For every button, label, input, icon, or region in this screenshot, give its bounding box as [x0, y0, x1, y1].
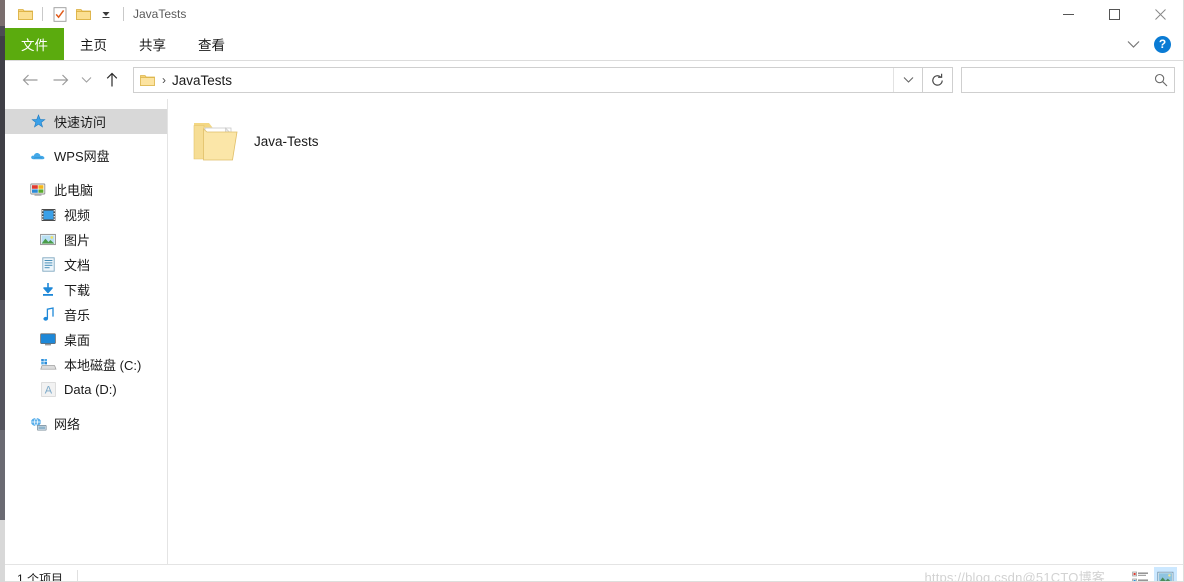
- ribbon-tab-strip: 文件 主页 共享 查看 ?: [5, 28, 1183, 61]
- music-icon: [39, 306, 57, 324]
- navigation-pane: 快速访问 WPS网盘 此电脑 视频 图片 文档 下载 音乐 桌面 本地磁盘 (C…: [5, 99, 168, 564]
- sidebar-item-videos[interactable]: 视频: [5, 202, 167, 227]
- view-mode-buttons: [1129, 567, 1177, 581]
- sidebar-item-documents[interactable]: 文档: [5, 252, 167, 277]
- forward-button[interactable]: [45, 65, 75, 95]
- this-pc-icon: [29, 181, 47, 199]
- sidebar-item-downloads[interactable]: 下载: [5, 277, 167, 302]
- watermark-text: https://blog.csdn@51CTO博客: [924, 570, 1105, 582]
- sidebar-item-pictures[interactable]: 图片: [5, 227, 167, 252]
- cloud-icon: [29, 147, 47, 165]
- sidebar-item-label: 下载: [64, 283, 91, 298]
- toolbar-separator-1: [42, 7, 43, 21]
- sidebar-item-label: 图片: [64, 233, 91, 248]
- sidebar-item-label: Data (D:): [64, 382, 117, 397]
- breadcrumb-folder-icon: [140, 74, 155, 87]
- quick-access-toolbar: JavaTests: [5, 0, 186, 28]
- sidebar-gap-1: [5, 134, 167, 143]
- sidebar-item-desktop[interactable]: 桌面: [5, 327, 167, 352]
- sidebar-item-label: 本地磁盘 (C:): [64, 358, 142, 373]
- star-pin-icon: [29, 113, 47, 131]
- search-icon[interactable]: [1148, 73, 1174, 87]
- details-view-button[interactable]: [1129, 567, 1152, 581]
- documents-icon: [39, 256, 57, 274]
- file-list-view[interactable]: Java-Tests: [168, 99, 1183, 564]
- videos-icon: [39, 206, 57, 224]
- refresh-button[interactable]: [923, 67, 953, 93]
- tab-view[interactable]: 查看: [182, 28, 241, 60]
- window-title: JavaTests: [133, 7, 187, 21]
- properties-icon[interactable]: [50, 4, 70, 24]
- downloads-icon: [39, 281, 57, 299]
- chevron-down-icon[interactable]: [1121, 40, 1146, 49]
- minimize-button[interactable]: [1045, 0, 1091, 28]
- back-button[interactable]: [15, 65, 45, 95]
- sidebar-item-label: 快速访问: [54, 115, 107, 130]
- recent-locations-button[interactable]: [75, 65, 97, 95]
- maximize-button[interactable]: [1091, 0, 1137, 28]
- status-separator: [77, 570, 79, 581]
- search-box[interactable]: [961, 67, 1175, 93]
- folder-with-document-icon: [190, 115, 242, 167]
- tab-file[interactable]: 文件: [5, 28, 64, 60]
- help-button[interactable]: ?: [1154, 35, 1171, 53]
- sidebar-item-quick-access[interactable]: 快速访问: [5, 109, 167, 134]
- pictures-icon: [39, 231, 57, 249]
- sidebar-item-this-pc[interactable]: 此电脑: [5, 177, 167, 202]
- list-item[interactable]: Java-Tests: [190, 111, 420, 171]
- explorer-body: 快速访问 WPS网盘 此电脑 视频 图片 文档 下载 音乐 桌面 本地磁盘 (C…: [5, 99, 1183, 564]
- search-input[interactable]: [962, 72, 1148, 88]
- local-disk-icon: [39, 356, 57, 374]
- sidebar-item-label: 文档: [64, 258, 91, 273]
- sidebar-item-label: 桌面: [64, 333, 91, 348]
- sidebar-item-local-disk-c[interactable]: 本地磁盘 (C:): [5, 352, 167, 377]
- desktop-icon: [39, 331, 57, 349]
- tab-home[interactable]: 主页: [64, 28, 123, 60]
- customize-dropdown-icon[interactable]: [96, 4, 116, 24]
- list-item-label: Java-Tests: [254, 133, 319, 149]
- ribbon-right-controls: ?: [1121, 28, 1179, 60]
- sidebar-item-wps-cloud[interactable]: WPS网盘: [5, 143, 167, 168]
- folder-icon[interactable]: [15, 4, 35, 24]
- data-disk-icon: A: [39, 381, 57, 399]
- tab-share[interactable]: 共享: [123, 28, 182, 60]
- sidebar-item-data-disk-d[interactable]: A Data (D:): [5, 377, 167, 402]
- close-button[interactable]: [1137, 0, 1183, 28]
- window-controls: [1045, 0, 1183, 28]
- network-icon: [29, 415, 47, 433]
- sidebar-item-label: 网络: [54, 417, 81, 432]
- sidebar-gap-2: [5, 168, 167, 177]
- toolbar-separator-2: [123, 7, 124, 21]
- new-folder-icon[interactable]: [73, 4, 93, 24]
- sidebar-item-network[interactable]: 网络: [5, 411, 167, 436]
- sidebar-gap-3: [5, 402, 167, 411]
- sidebar-item-label: WPS网盘: [54, 149, 110, 164]
- navigation-bar: › JavaTests: [5, 61, 1183, 99]
- address-bar[interactable]: › JavaTests: [133, 67, 923, 93]
- title-bar: JavaTests: [5, 0, 1183, 28]
- status-bar: 1 个项目 https://blog.csdn@51CTO博客: [5, 564, 1183, 582]
- file-explorer-window: JavaTests 文件 主页 共享 查看 ? › JavaTests 快速访问…: [5, 0, 1184, 582]
- breadcrumb-item-javatests[interactable]: JavaTests: [172, 73, 232, 88]
- sidebar-item-label: 音乐: [64, 308, 91, 323]
- address-dropdown-button[interactable]: [893, 68, 922, 92]
- sidebar-item-music[interactable]: 音乐: [5, 302, 167, 327]
- sidebar-item-label: 此电脑: [54, 183, 94, 198]
- large-icons-view-button[interactable]: [1154, 567, 1177, 581]
- up-button[interactable]: [97, 65, 127, 95]
- item-count-label: 1 个项目: [17, 571, 64, 582]
- sidebar-item-label: 视频: [64, 208, 91, 223]
- breadcrumb-separator[interactable]: ›: [162, 73, 166, 87]
- svg-text:A: A: [44, 385, 52, 397]
